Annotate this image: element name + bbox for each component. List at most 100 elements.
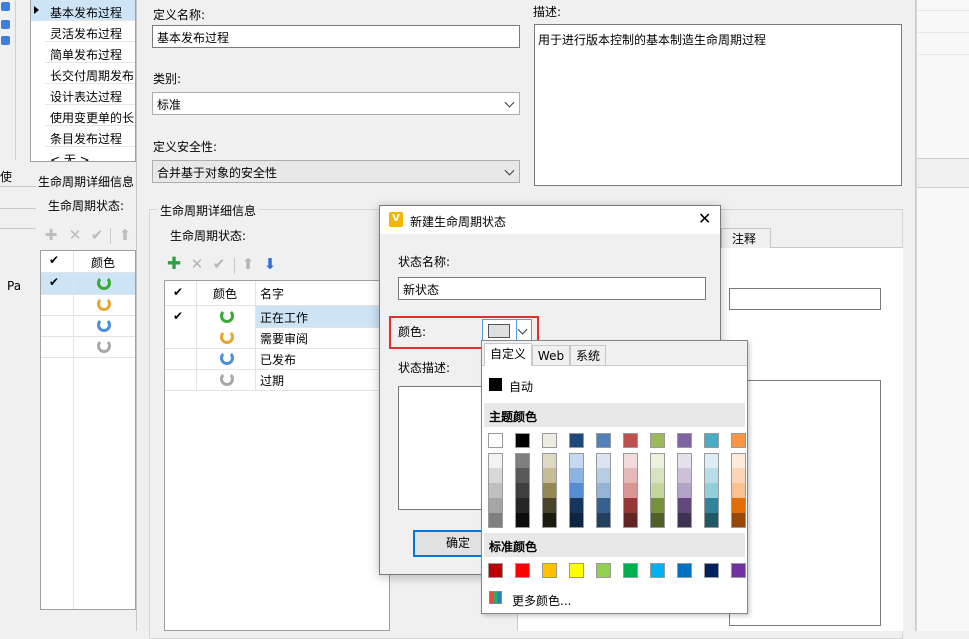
- color-dropdown[interactable]: [482, 319, 532, 342]
- color-swatch[interactable]: [515, 513, 530, 528]
- list-item[interactable]: < 无 >: [31, 147, 135, 161]
- picker-tab-1[interactable]: Web: [532, 345, 570, 365]
- color-swatch[interactable]: [704, 483, 719, 498]
- security-select[interactable]: 合并基于对象的安全性: [152, 160, 520, 183]
- color-swatch[interactable]: [596, 433, 611, 448]
- list-item[interactable]: 条目发布过程: [31, 126, 135, 147]
- add-icon[interactable]: ✚: [42, 226, 60, 244]
- tab-notes[interactable]: 注释: [721, 228, 771, 249]
- color-swatch[interactable]: [623, 483, 638, 498]
- color-swatch[interactable]: [623, 468, 638, 483]
- color-swatch[interactable]: [704, 498, 719, 513]
- color-swatch[interactable]: [650, 433, 665, 448]
- table-row[interactable]: [41, 294, 135, 316]
- color-swatch[interactable]: [596, 483, 611, 498]
- color-swatch[interactable]: [596, 453, 611, 468]
- color-swatch[interactable]: [488, 433, 503, 448]
- color-swatch[interactable]: [731, 433, 746, 448]
- check-icon[interactable]: ✔: [210, 255, 228, 273]
- list-item[interactable]: 设计表达过程: [31, 84, 135, 105]
- table-row[interactable]: [41, 336, 135, 358]
- color-swatch[interactable]: [515, 498, 530, 513]
- color-swatch[interactable]: [542, 498, 557, 513]
- table-row[interactable]: ✔: [41, 273, 135, 295]
- color-swatch[interactable]: [488, 483, 503, 498]
- arrow-up-icon[interactable]: ⬆: [239, 255, 257, 273]
- color-swatch[interactable]: [569, 563, 584, 578]
- color-swatch[interactable]: [515, 563, 530, 578]
- color-swatch[interactable]: [650, 563, 665, 578]
- list-item[interactable]: 基本发布过程: [31, 0, 135, 21]
- color-swatch[interactable]: [731, 483, 746, 498]
- color-swatch[interactable]: [677, 453, 692, 468]
- color-swatch[interactable]: [488, 468, 503, 483]
- color-swatch[interactable]: [596, 468, 611, 483]
- color-swatch[interactable]: [704, 453, 719, 468]
- color-swatch[interactable]: [704, 468, 719, 483]
- color-swatch[interactable]: [623, 498, 638, 513]
- add-icon[interactable]: ✚: [165, 255, 183, 273]
- color-swatch[interactable]: [542, 433, 557, 448]
- color-swatch[interactable]: [704, 513, 719, 528]
- list-item[interactable]: 灵活发布过程: [31, 21, 135, 42]
- picker-tab-0[interactable]: 自定义: [484, 343, 532, 366]
- state-name-input[interactable]: 新状态: [398, 277, 706, 300]
- color-swatch[interactable]: [542, 468, 557, 483]
- color-swatch[interactable]: [677, 483, 692, 498]
- desc-textarea[interactable]: 用于进行版本控制的基本制造生命周期过程: [534, 24, 902, 186]
- color-swatch[interactable]: [542, 453, 557, 468]
- table-row[interactable]: 已发布: [165, 348, 389, 370]
- color-swatch[interactable]: [488, 498, 503, 513]
- notes-name-input[interactable]: [729, 288, 881, 310]
- color-swatch[interactable]: [731, 498, 746, 513]
- color-swatch[interactable]: [569, 513, 584, 528]
- color-swatch[interactable]: [677, 563, 692, 578]
- color-swatch[interactable]: [731, 513, 746, 528]
- color-swatch[interactable]: [650, 498, 665, 513]
- table-row[interactable]: 过期: [165, 369, 389, 391]
- color-swatch[interactable]: [623, 433, 638, 448]
- color-swatch[interactable]: [515, 483, 530, 498]
- color-swatch[interactable]: [677, 513, 692, 528]
- delete-icon[interactable]: ✕: [188, 255, 206, 273]
- list-item[interactable]: 长交付周期发布过程: [31, 63, 135, 84]
- color-swatch[interactable]: [596, 513, 611, 528]
- check-icon[interactable]: ✔: [88, 226, 106, 244]
- color-swatch[interactable]: [650, 483, 665, 498]
- arrow-up-icon[interactable]: ⬆: [116, 226, 134, 244]
- color-swatch[interactable]: [542, 513, 557, 528]
- color-swatch[interactable]: [677, 498, 692, 513]
- close-icon[interactable]: ✕: [698, 210, 711, 228]
- picker-tab-2[interactable]: 系统: [570, 345, 606, 365]
- delete-icon[interactable]: ✕: [66, 226, 84, 244]
- color-swatch[interactable]: [704, 433, 719, 448]
- color-swatch[interactable]: [650, 453, 665, 468]
- list-item[interactable]: 使用变更单的长交付: [31, 105, 135, 126]
- definition-list[interactable]: 基本发布过程灵活发布过程简单发布过程长交付周期发布过程设计表达过程使用变更单的长…: [30, 0, 136, 162]
- color-swatch[interactable]: [650, 513, 665, 528]
- color-swatch[interactable]: [623, 563, 638, 578]
- more-colors-item[interactable]: 更多颜色...: [488, 589, 688, 609]
- color-swatch[interactable]: [596, 563, 611, 578]
- table-row[interactable]: [41, 315, 135, 337]
- color-swatch[interactable]: [677, 468, 692, 483]
- color-swatch[interactable]: [569, 498, 584, 513]
- color-swatch[interactable]: [569, 468, 584, 483]
- color-swatch[interactable]: [488, 453, 503, 468]
- color-swatch[interactable]: [731, 563, 746, 578]
- color-swatch[interactable]: [569, 433, 584, 448]
- color-swatch[interactable]: [731, 468, 746, 483]
- states-grid[interactable]: ✔ 颜色 名字 ✔ 正在工作 需要审阅 已发布 过期: [164, 280, 390, 631]
- color-swatch[interactable]: [488, 563, 503, 578]
- color-swatch[interactable]: [731, 453, 746, 468]
- list-item[interactable]: 简单发布过程: [31, 42, 135, 63]
- color-swatch[interactable]: [569, 453, 584, 468]
- auto-color-item[interactable]: 自动: [488, 375, 738, 395]
- color-swatch[interactable]: [623, 513, 638, 528]
- color-swatch[interactable]: [542, 483, 557, 498]
- color-swatch[interactable]: [596, 498, 611, 513]
- color-swatch[interactable]: [542, 563, 557, 578]
- table-row[interactable]: ✔ 正在工作: [173, 306, 389, 328]
- color-swatch[interactable]: [569, 483, 584, 498]
- notes-textarea[interactable]: [729, 380, 881, 626]
